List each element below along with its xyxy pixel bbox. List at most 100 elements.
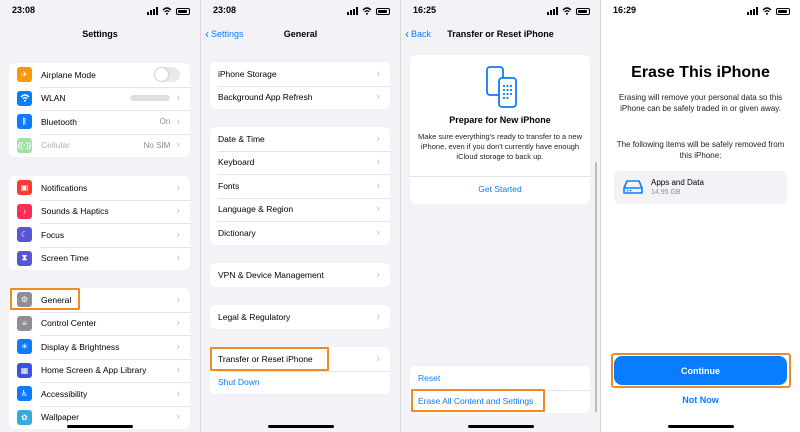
status-time: 16:25	[413, 5, 437, 15]
chevron-right-icon: ›	[176, 293, 180, 306]
chevron-right-icon: ›	[176, 411, 180, 424]
chevron-right-icon: ›	[376, 67, 380, 80]
status-bar: 16:29	[601, 5, 800, 19]
airplane-mode-toggle[interactable]	[154, 67, 180, 83]
status-bar: 16:25	[401, 5, 600, 19]
page-title: Settings	[82, 29, 118, 39]
wifi-status-icon	[762, 7, 772, 15]
settings-item-cellular[interactable]: ((·)) Cellular No SIM ›	[9, 133, 190, 158]
notifications-group: ▣ Notifications › ♪ Sounds & Haptics › ☾…	[9, 176, 190, 270]
wallpaper-icon: ✿	[17, 409, 32, 425]
signal-icon	[347, 7, 358, 15]
home-indicator	[467, 425, 534, 428]
network-name-blurred	[130, 95, 171, 102]
status-time: 23:08	[12, 5, 36, 15]
settings-item-sounds[interactable]: ♪ Sounds & Haptics ›	[9, 199, 190, 224]
bluetooth-icon: ᛒ	[17, 114, 32, 130]
general-item-date-time[interactable]: Date & Time ›	[210, 127, 390, 151]
transfer-reset-screen: 16:25 ‹ Back Transfer or Reset iPhone Pre…	[401, 0, 600, 432]
signal-icon	[147, 7, 158, 15]
chevron-right-icon: ›	[376, 268, 380, 281]
settings-item-airplane-mode[interactable]: ✈ Airplane Mode	[9, 63, 190, 87]
home-indicator	[67, 425, 133, 428]
status-bar: 23:08	[201, 5, 400, 19]
settings-item-label: Control Center	[41, 318, 97, 329]
chevron-right-icon: ›	[176, 364, 180, 377]
notifications-icon: ▣	[17, 180, 32, 196]
apps-and-data-item: Apps and Data 14.95 GB	[614, 171, 787, 204]
sounds-icon: ♪	[17, 203, 32, 219]
general-highlight-box	[10, 288, 80, 310]
general-item-label: Language & Region	[218, 204, 294, 215]
datetime-group: Date & Time › Keyboard › Fonts › Languag…	[210, 127, 390, 245]
erase-title: Erase This iPhone	[631, 64, 770, 81]
airplane-icon: ✈	[17, 67, 32, 83]
chevron-right-icon: ›	[376, 132, 380, 145]
settings-item-display[interactable]: ☀ Display & Brightness ›	[9, 335, 190, 359]
home-indicator	[667, 425, 734, 428]
chevron-right-icon: ›	[376, 203, 380, 216]
chevron-right-icon: ›	[176, 139, 180, 152]
settings-item-label: Cellular	[41, 140, 70, 151]
general-item-label: VPN & Device Management	[218, 269, 324, 280]
get-started-button[interactable]: Get Started	[410, 184, 590, 194]
settings-item-label: Bluetooth	[41, 116, 77, 127]
settings-item-focus[interactable]: ☾ Focus ›	[9, 223, 190, 247]
battery-icon	[576, 7, 590, 15]
settings-item-notifications[interactable]: ▣ Notifications ›	[9, 176, 190, 200]
general-item-dictionary[interactable]: Dictionary ›	[210, 221, 390, 245]
signal-icon	[747, 7, 758, 15]
general-item-background-refresh[interactable]: Background App Refresh ›	[210, 85, 390, 110]
page-title: General	[283, 29, 318, 39]
general-item-language-region[interactable]: Language & Region ›	[210, 197, 390, 222]
wifi-icon	[17, 90, 32, 106]
legal-group: Legal & Regulatory ›	[210, 305, 390, 329]
erase-iphone-screen: 16:29 Erase This iPhone Erasing will rem…	[601, 0, 800, 432]
chevron-right-icon: ›	[176, 205, 180, 218]
general-screen: 23:08 ‹ Settings General iPhone Storage ›…	[201, 0, 400, 432]
home-screen-icon: ▦	[17, 362, 32, 378]
general-item-keyboard[interactable]: Keyboard ›	[210, 150, 390, 175]
settings-item-wlan[interactable]: WLAN ›	[9, 86, 190, 111]
chevron-right-icon: ›	[376, 179, 380, 192]
chevron-right-icon: ›	[176, 228, 180, 241]
general-item-vpn[interactable]: VPN & Device Management ›	[210, 263, 390, 287]
settings-item-label: Airplane Mode	[41, 69, 96, 80]
not-now-button[interactable]: Not Now	[601, 395, 800, 405]
bluetooth-status: On	[159, 117, 171, 127]
transfer-highlight-box	[210, 347, 329, 371]
settings-item-label: Notifications	[41, 182, 88, 193]
general-item-label: Dictionary	[218, 227, 256, 238]
shut-down-button[interactable]: Shut Down	[210, 370, 390, 395]
scrollbar[interactable]	[595, 162, 597, 412]
item-size: 14.95 GB	[651, 189, 681, 196]
general-item-iphone-storage[interactable]: iPhone Storage ›	[210, 62, 390, 86]
chevron-right-icon: ›	[376, 156, 380, 169]
chevron-right-icon: ›	[176, 340, 180, 353]
general-item-legal[interactable]: Legal & Regulatory ›	[210, 305, 390, 329]
status-time: 23:08	[213, 5, 237, 15]
reset-button[interactable]: Reset	[410, 366, 590, 390]
erase-all-highlight-box	[411, 389, 545, 412]
settings-item-home-screen[interactable]: ▦ Home Screen & App Library ›	[9, 358, 190, 383]
wifi-status-icon	[562, 7, 572, 15]
settings-item-bluetooth[interactable]: ᛒ Bluetooth On ›	[9, 110, 190, 134]
settings-item-label: Sounds & Haptics	[41, 206, 109, 217]
settings-item-screen-time[interactable]: ⧗ Screen Time ›	[9, 246, 190, 271]
hourglass-icon: ⧗	[17, 250, 32, 266]
settings-item-accessibility[interactable]: ♿ Accessibility ›	[9, 382, 190, 406]
wifi-status-icon	[362, 7, 372, 15]
cellular-icon: ((·))	[17, 137, 32, 153]
settings-item-label: WLAN	[41, 93, 66, 104]
settings-item-control-center[interactable]: ≡ Control Center ›	[9, 311, 190, 336]
display-icon: ☀	[17, 339, 32, 355]
chevron-right-icon: ›	[176, 181, 180, 194]
shut-down-label: Shut Down	[218, 377, 260, 388]
general-item-fonts[interactable]: Fonts ›	[210, 174, 390, 198]
wifi-status-icon	[162, 7, 172, 15]
vpn-group: VPN & Device Management ›	[210, 263, 390, 287]
two-phones-icon	[486, 66, 517, 108]
chevron-right-icon: ›	[176, 317, 180, 330]
settings-item-label: Accessibility	[41, 388, 88, 399]
chevron-right-icon: ›	[176, 252, 180, 265]
